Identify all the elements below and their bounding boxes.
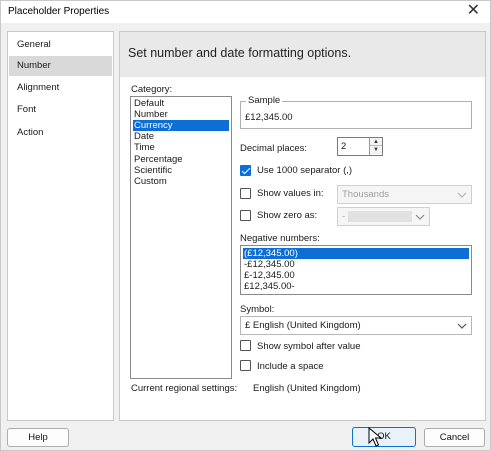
use-separator-label: Use 1000 separator (,) xyxy=(257,165,353,176)
category-item-number[interactable]: Number xyxy=(133,109,229,120)
symbol-after-label: Show symbol after value xyxy=(257,341,361,352)
nav-item-number[interactable]: Number xyxy=(9,56,112,76)
negative-item-trailing-minus[interactable]: £12,345.00- xyxy=(243,281,469,292)
mouse-cursor-icon xyxy=(368,427,382,447)
use-separator-checkbox[interactable] xyxy=(240,165,251,176)
chevron-down-icon xyxy=(457,323,467,329)
nav-item-action[interactable]: Action xyxy=(9,123,112,143)
nav-item-font[interactable]: Font xyxy=(9,100,112,120)
regional-settings-label: Current regional settings: xyxy=(131,383,238,394)
help-button[interactable]: Help xyxy=(7,428,69,447)
decimal-places-stepper[interactable]: 2 ▲ ▼ xyxy=(337,137,383,156)
category-item-time[interactable]: Time xyxy=(133,142,229,153)
nav-list: General Number Alignment Font Action xyxy=(7,31,114,421)
category-item-custom[interactable]: Custom xyxy=(133,176,229,187)
symbol-select[interactable]: £ English (United Kingdom) xyxy=(240,316,472,335)
category-item-date[interactable]: Date xyxy=(133,131,229,142)
placeholder-properties-dialog: Placeholder Properties ✕ General Number … xyxy=(0,0,491,451)
show-values-in-checkbox[interactable] xyxy=(240,188,251,199)
chevron-up-icon[interactable]: ▲ xyxy=(370,138,382,146)
nav-item-alignment[interactable]: Alignment xyxy=(9,78,112,98)
ok-button[interactable]: OK xyxy=(352,427,416,447)
panel-header: Set number and date formatting options. xyxy=(120,32,485,77)
chevron-down-icon xyxy=(415,214,425,220)
window-title: Placeholder Properties xyxy=(8,6,110,17)
show-zero-as-select[interactable]: - xyxy=(337,207,430,226)
show-values-in-label: Show values in: xyxy=(257,188,324,199)
include-space-checkbox[interactable] xyxy=(240,360,251,371)
stepper-buttons: ▲ ▼ xyxy=(369,138,382,155)
symbol-value: £ English (United Kingdom) xyxy=(245,320,361,331)
negative-item-leading-minus[interactable]: -£12,345.00 xyxy=(243,259,469,270)
category-item-percentage[interactable]: Percentage xyxy=(133,154,229,165)
negative-item-parentheses[interactable]: (£12,345.00) xyxy=(243,248,469,259)
category-item-default[interactable]: Default xyxy=(133,98,229,109)
category-item-currency[interactable]: Currency xyxy=(133,120,229,131)
chevron-down-icon[interactable]: ▼ xyxy=(370,146,382,154)
show-values-in-select[interactable]: Thousands xyxy=(337,185,472,204)
cancel-button[interactable]: Cancel xyxy=(424,428,485,447)
symbol-label: Symbol: xyxy=(240,304,275,315)
decimal-places-value: 2 xyxy=(341,141,347,152)
sample-label: Sample xyxy=(246,95,283,106)
category-label: Category: xyxy=(131,84,173,95)
decimal-places-label: Decimal places: xyxy=(240,143,308,154)
include-space-label: Include a space xyxy=(257,361,324,372)
chevron-down-icon xyxy=(457,192,467,198)
symbol-after-checkbox[interactable] xyxy=(240,340,251,351)
nav-item-general[interactable]: General xyxy=(9,35,112,55)
negative-numbers-listbox[interactable]: (£12,345.00) -£12,345.00 £-12,345.00 £12… xyxy=(240,245,472,295)
show-zero-as-label: Show zero as: xyxy=(257,210,318,221)
sample-value: £12,345.00 xyxy=(245,112,293,123)
negative-item-symbol-minus[interactable]: £-12,345.00 xyxy=(243,270,469,281)
category-listbox[interactable]: Default Number Currency Date Time Percen… xyxy=(130,96,232,379)
show-zero-as-value: - xyxy=(342,211,346,222)
category-item-scientific[interactable]: Scientific xyxy=(133,165,229,176)
show-zero-as-placeholder xyxy=(348,211,412,222)
show-values-in-value: Thousands xyxy=(342,189,390,200)
title-bar: Placeholder Properties ✕ xyxy=(1,1,490,23)
panel-title: Set number and date formatting options. xyxy=(128,46,352,60)
regional-settings-value: English (United Kingdom) xyxy=(253,383,361,394)
negative-numbers-label: Negative numbers: xyxy=(240,233,320,244)
show-zero-as-checkbox[interactable] xyxy=(240,210,251,221)
close-icon[interactable]: ✕ xyxy=(467,2,480,20)
